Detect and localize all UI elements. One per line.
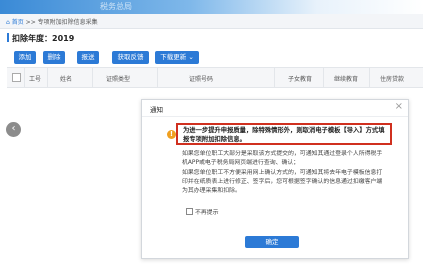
column-header-children-education[interactable]: 子女教育 [288, 74, 312, 83]
deduction-year-value: 2019 [52, 34, 75, 43]
column-divider [369, 68, 370, 87]
download-update-label: 下载更新 [160, 53, 187, 61]
download-update-button[interactable]: 下载更新 ⌄ [155, 51, 199, 64]
column-header-employee-id[interactable]: 工号 [29, 74, 41, 83]
close-icon[interactable]: × [395, 101, 403, 112]
dont-show-again-label: 不再提示 [195, 210, 219, 216]
banner-watermark-text: 税务总局 [100, 2, 132, 11]
home-icon: ⌂ [6, 19, 10, 26]
heading-marker [7, 33, 9, 42]
top-banner: 税务总局 [0, 0, 423, 14]
notice-dialog: 通知 × ! 为进一步提升申报质量，除特殊情形外，则取消电子模板【导入】方式填报… [141, 99, 409, 259]
column-divider [323, 68, 324, 87]
column-divider [92, 68, 93, 87]
column-header-id-type[interactable]: 证照类型 [106, 74, 130, 83]
warning-icon: ! [167, 130, 176, 139]
column-header-id-number[interactable]: 证照号码 [189, 74, 213, 83]
breadcrumb-current: 专项附加扣除信息采集 [37, 19, 98, 26]
notice-paragraph-2: 如果您单位职工不方便采用网上确认方式的，可通知其将去年电子模板信息打印并在纸质表… [182, 170, 383, 194]
dont-show-again-checkbox[interactable] [186, 208, 193, 215]
add-button[interactable]: 添加 [14, 51, 36, 64]
column-header-name[interactable]: 姓名 [60, 74, 72, 83]
notice-paragraph-1: 如果您单位职工大部分是采取该方式提交的，可通知其通过登录个人所得税手机APP或电… [182, 151, 383, 166]
table-header: 工号 姓名 证照类型 证照号码 子女教育 继续教育 住房贷款 [7, 67, 423, 88]
breadcrumb-home-link[interactable]: 首页 [12, 19, 24, 26]
column-header-continuing-education[interactable]: 继续教育 [334, 74, 358, 83]
column-header-housing-loan[interactable]: 住房贷款 [380, 74, 404, 83]
delete-button[interactable]: 删除 [43, 51, 65, 64]
breadcrumb: ⌂ 首页 >> 专项附加扣除信息采集 [0, 14, 423, 29]
select-all-checkbox[interactable] [12, 73, 21, 82]
deduction-year-label: 扣除年度： [12, 34, 52, 43]
previous-arrow-icon[interactable]: ‹ [6, 122, 21, 137]
dialog-title: 通知 [150, 106, 163, 114]
submit-button[interactable]: 报送 [77, 51, 99, 64]
column-divider [274, 68, 275, 87]
highlighted-notice-text: 为进一步提升申报质量，除特殊情形外，则取消电子模板【导入】方式填报专项附加扣除信… [176, 123, 392, 145]
column-divider [47, 68, 48, 87]
column-divider [24, 68, 25, 87]
chevron-down-icon: ⌄ [188, 53, 194, 61]
deduction-year-heading: 扣除年度：2019 [7, 33, 74, 44]
breadcrumb-separator: >> [25, 19, 36, 26]
dialog-header: 通知 × [142, 100, 408, 117]
confirm-button[interactable]: 确定 [245, 236, 299, 248]
column-divider [157, 68, 158, 87]
dont-show-again-option[interactable]: 不再提示 [186, 207, 219, 216]
get-feedback-button[interactable]: 获取反馈 [112, 51, 149, 64]
